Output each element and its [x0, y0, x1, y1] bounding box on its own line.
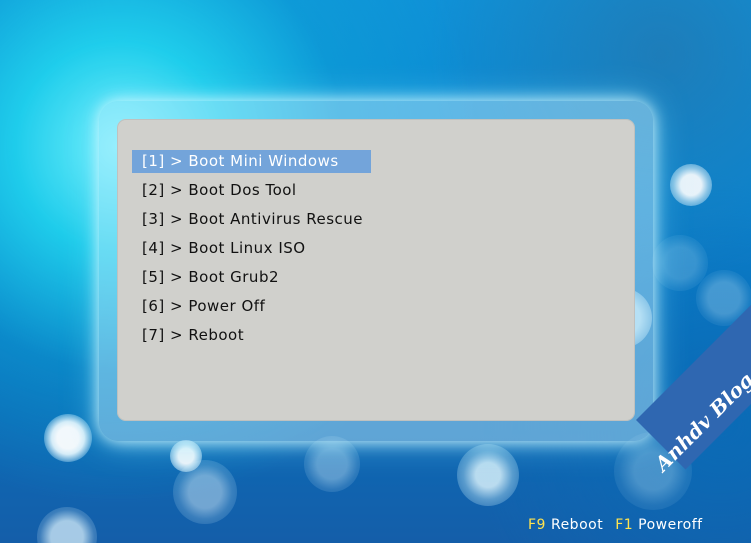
- background-bokeh-light: [44, 414, 92, 462]
- poweroff-key-label: F1: [615, 517, 634, 533]
- menu-item-boot-linux-iso[interactable]: [4] > Boot Linux ISO: [132, 237, 371, 260]
- boot-menu-list: [1] > Boot Mini Windows [2] > Boot Dos T…: [132, 150, 372, 353]
- reboot-key-label: F9: [528, 517, 546, 533]
- menu-item-boot-antivirus-rescue[interactable]: [3] > Boot Antivirus Rescue: [132, 208, 371, 231]
- background-bokeh-light: [652, 235, 708, 291]
- menu-item-boot-grub2[interactable]: [5] > Boot Grub2: [132, 266, 371, 289]
- background-bokeh-light: [170, 440, 202, 472]
- background-bokeh-light: [457, 444, 519, 506]
- reboot-hint-label: Reboot: [550, 517, 604, 533]
- background-bokeh-light: [173, 460, 237, 524]
- footer-key-hints: F9 Reboot F1 Poweroff: [528, 517, 703, 533]
- background-bokeh-light: [37, 507, 97, 543]
- boot-menu-screen: [1] > Boot Mini Windows [2] > Boot Dos T…: [0, 0, 751, 543]
- menu-item-power-off[interactable]: [6] > Power Off: [132, 295, 371, 318]
- background-bokeh-light: [670, 164, 712, 206]
- poweroff-hint-label: Poweroff: [638, 517, 703, 533]
- menu-item-reboot[interactable]: [7] > Reboot: [132, 324, 371, 347]
- menu-item-boot-mini-windows[interactable]: [1] > Boot Mini Windows: [132, 150, 371, 173]
- menu-item-boot-dos-tool[interactable]: [2] > Boot Dos Tool: [132, 179, 371, 202]
- background-bokeh-light: [304, 436, 360, 492]
